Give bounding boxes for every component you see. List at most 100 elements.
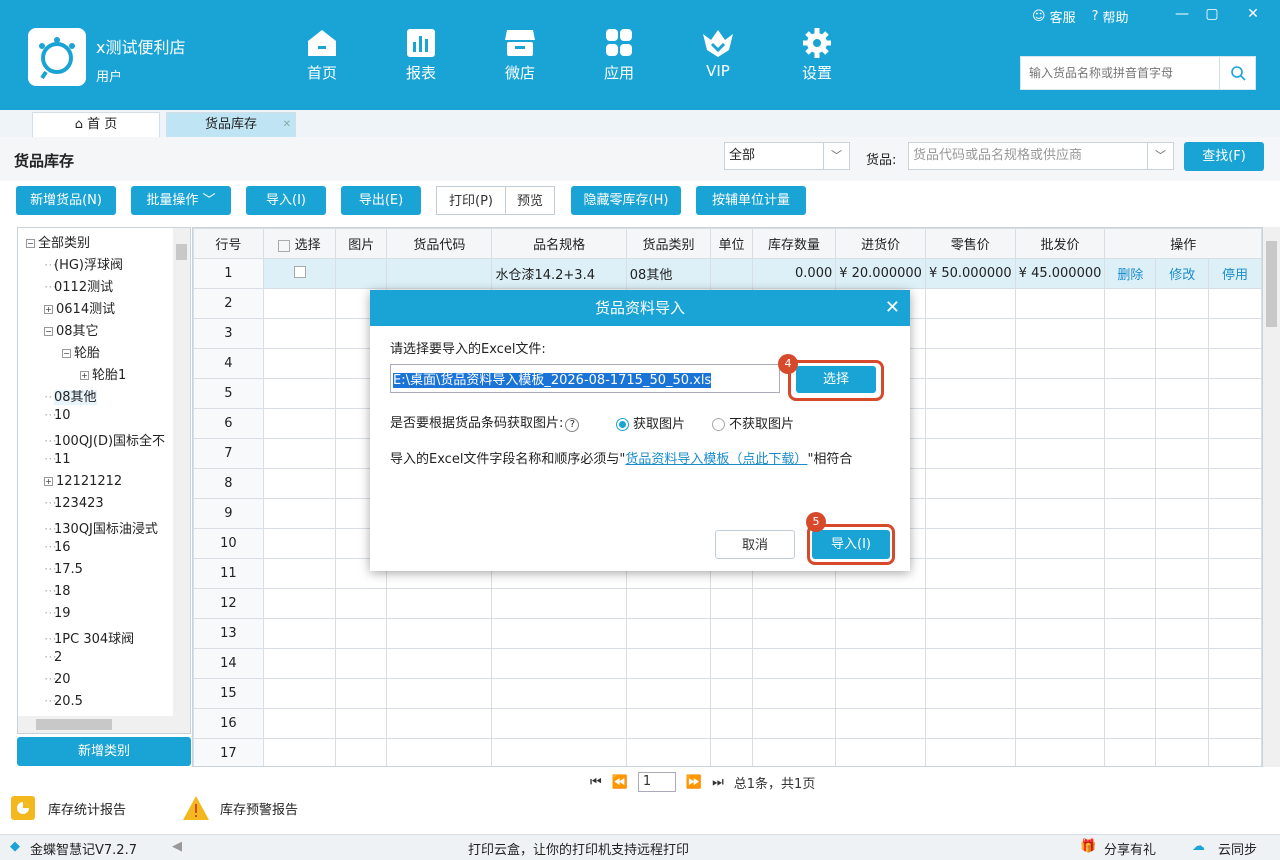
disable-link[interactable]: 停用 (1208, 258, 1262, 289)
last-page-button[interactable]: ⏭ (712, 775, 724, 790)
tree-item[interactable]: ⋯130QJ国标油浸式 (44, 518, 158, 537)
table-cell (335, 588, 388, 619)
tree-item[interactable]: ⋯1PC 304球阀 (44, 628, 134, 647)
nav-home[interactable]: 首页 (287, 28, 357, 83)
table-cell (262, 738, 337, 766)
aux-unit-button[interactable]: 按辅单位计量 (696, 186, 806, 215)
cloud-sync-link[interactable]: 云同步 (1218, 839, 1257, 858)
table-row[interactable]: 1 水仓漆14.2+3.4 08其他 0.000 ¥ 20.000000 ¥ 5… (193, 258, 1262, 289)
delete-link[interactable]: 删除 (1104, 258, 1157, 289)
next-page-button[interactable]: ⏩ (686, 775, 702, 790)
hide-zero-stock-button[interactable]: 隐藏零库存(H) (571, 186, 681, 215)
preview-button[interactable]: 预览 (505, 186, 555, 215)
nav-settings[interactable]: 设置 (782, 28, 852, 83)
tree-item[interactable]: +12121212 (44, 474, 122, 489)
first-page-button[interactable]: ⏮ (590, 775, 602, 790)
table-vscrollbar[interactable] (1263, 227, 1280, 767)
close-window-button[interactable]: ✕ (1238, 6, 1268, 22)
tree-item[interactable]: −08其它 (44, 320, 99, 339)
template-download-link[interactable]: 货品资料导入模板（点此下载） (625, 452, 807, 467)
minimize-button[interactable]: — (1167, 6, 1197, 22)
page-number-input[interactable]: 1 (637, 772, 676, 792)
tab-goods-inventory[interactable]: 货品库存 ✕ (166, 112, 296, 137)
stock-warning-report[interactable]: 库存预警报告 (182, 795, 298, 821)
add-goods-button[interactable]: 新增货品(N) (16, 186, 116, 215)
table-cell (386, 708, 493, 739)
tree-item[interactable]: ⋯123423 (44, 496, 104, 511)
tree-item[interactable]: ⋯11 (44, 452, 71, 467)
tree-item[interactable]: ⋯08其他 (44, 386, 97, 405)
tree-item[interactable]: ⋯100QJ(D)国标全不 (44, 430, 165, 449)
export-button[interactable]: 导出(E) (341, 186, 421, 215)
no-image-radio[interactable]: 不获取图片 (712, 413, 794, 432)
tree-hscrollbar[interactable] (18, 716, 190, 733)
tree-item[interactable]: ⋯20.5 (44, 694, 83, 709)
tree-item[interactable]: − 全部类别 (26, 232, 90, 251)
table-cell (1014, 558, 1106, 589)
share-reward-link[interactable]: 分享有礼 (1104, 839, 1156, 858)
collapse-icon[interactable]: − (62, 349, 71, 358)
file-path-field[interactable]: E:\桌面\货品资料导入模板_2026-08-1715_50_50.xls (390, 364, 780, 393)
customer-service-link[interactable]: ☺ 客服 (1032, 7, 1076, 26)
table-row[interactable]: 17 (193, 738, 1262, 766)
prev-page-button[interactable]: ⏪ (612, 775, 628, 790)
print-button[interactable]: 打印(P) (436, 186, 506, 215)
search-button[interactable] (1219, 57, 1255, 89)
expand-icon[interactable]: + (44, 477, 53, 486)
edit-link[interactable]: 修改 (1155, 258, 1210, 289)
import-button[interactable]: 导入(I) (246, 186, 326, 215)
expand-icon[interactable]: + (44, 305, 53, 314)
tree-item[interactable]: ⋯0112测试 (44, 276, 113, 295)
question-icon[interactable]: ? (565, 418, 580, 432)
stock-statistics-report[interactable]: 库存统计报告 (10, 795, 126, 821)
row-checkbox[interactable] (293, 265, 306, 278)
col-select[interactable]: 选择 (262, 228, 337, 259)
tree-vscrollbar[interactable] (173, 228, 190, 716)
expand-icon[interactable]: + (80, 371, 89, 380)
collapse-icon[interactable]: − (26, 239, 35, 248)
table-row[interactable]: 16 (193, 708, 1262, 739)
category-select[interactable]: 全部 ﹀ (724, 142, 850, 170)
tab-home[interactable]: ⌂ 首 页 (32, 112, 160, 137)
nav-apps[interactable]: 应用 (584, 28, 654, 83)
table-row[interactable]: 12 (193, 588, 1262, 619)
collapse-icon[interactable]: − (44, 327, 53, 336)
global-search-input[interactable] (1021, 57, 1219, 89)
table-row[interactable]: 14 (193, 648, 1262, 679)
batch-operation-button[interactable]: 批量操作 ﹀ (131, 186, 231, 215)
file-prompt: 请选择要导入的Excel文件: (390, 342, 546, 357)
tree-item[interactable]: + 轮胎1 (80, 364, 126, 383)
tree-item[interactable]: +0614测试 (44, 298, 115, 317)
tree-vscroll-thumb[interactable] (176, 244, 187, 260)
table-row[interactable]: 15 (193, 678, 1262, 709)
table-vscroll-thumb[interactable] (1266, 241, 1277, 327)
help-link[interactable]: ? 帮助 (1092, 7, 1129, 26)
find-button[interactable]: 查找(F) (1184, 142, 1264, 171)
close-icon[interactable]: ✕ (885, 290, 900, 326)
cancel-button[interactable]: 取消 (715, 530, 795, 559)
tree-item[interactable]: ⋯2 (44, 650, 62, 665)
ad-text[interactable]: 打印云盒，让你的打印机支持远程打印 (468, 839, 689, 858)
nav-vip[interactable]: VIP (683, 28, 753, 80)
tree-item[interactable]: ⋯18 (44, 584, 71, 599)
table-cell (751, 678, 837, 709)
tree-item[interactable]: ⋯19 (44, 606, 71, 621)
tab-close-icon[interactable]: ✕ (283, 113, 291, 137)
tree-item[interactable]: ⋯16 (44, 540, 71, 555)
select-all-checkbox[interactable] (278, 239, 291, 252)
get-image-radio[interactable]: 获取图片 (616, 413, 685, 432)
tree-item[interactable]: ⋯20 (44, 672, 71, 687)
goods-search-combo[interactable]: 货品代码或品名规格或供应商 ﹀ (908, 142, 1174, 170)
tree-hscroll-thumb[interactable] (36, 719, 112, 730)
tree-item[interactable]: − 轮胎 (62, 342, 100, 361)
tree-item[interactable]: ⋯17.5 (44, 562, 83, 577)
table-row[interactable]: 13 (193, 618, 1262, 649)
nav-report[interactable]: 报表 (386, 28, 456, 83)
table-cell (386, 588, 493, 619)
add-category-button[interactable]: 新增类别 (17, 737, 191, 766)
table-cell (835, 588, 926, 619)
maximize-button[interactable]: ▢ (1197, 6, 1227, 22)
nav-microshop[interactable]: 微店 (485, 28, 555, 83)
tree-item[interactable]: ⋯10 (44, 408, 71, 423)
tree-item[interactable]: ⋯(HG)浮球阀 (44, 254, 123, 273)
